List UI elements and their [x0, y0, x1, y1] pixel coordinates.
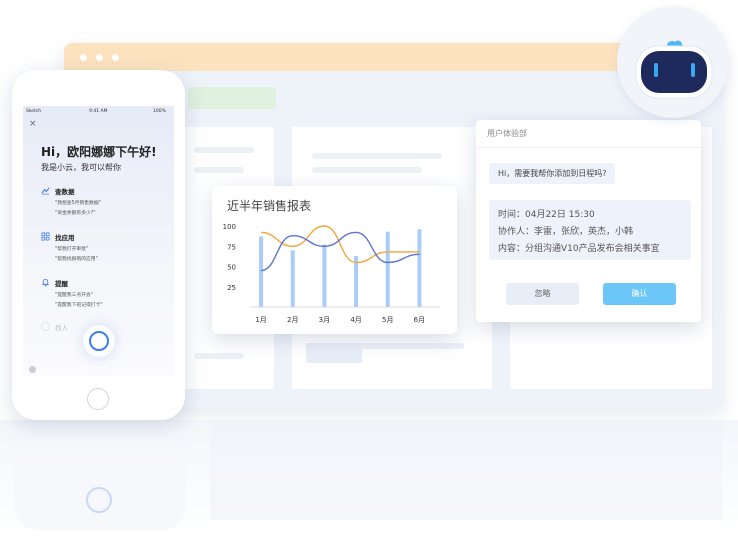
x-tick-label: 6月: [414, 316, 425, 324]
robot-mascot-icon[interactable]: [617, 6, 729, 118]
suggestion-item[interactable]: "帮我打开审批": [55, 245, 88, 252]
x-tick-label: 2月: [287, 316, 298, 324]
chart-bar: [354, 255, 359, 307]
event-info-box: 时间：04月22日 15:30 协作人：李雷，张欣，英杰，小韩 内容：分组沟通V…: [489, 200, 691, 260]
suggestion-item[interactable]: "帮我找报销的应用": [55, 255, 98, 262]
close-icon[interactable]: ×: [29, 119, 37, 129]
placeholder-line: [312, 167, 422, 173]
sales-chart: 100 75 50 25 1月 2月 3月 4月 5月 6月: [223, 223, 440, 324]
apps-icon: [41, 232, 50, 241]
y-tick-label: 25: [227, 284, 236, 292]
y-tick-label: 50: [227, 264, 236, 272]
status-battery: 100%: [153, 109, 166, 114]
chart-series-line: [261, 225, 420, 264]
window-dot: [80, 54, 87, 61]
dialog-header: 用户体验部: [476, 120, 701, 148]
chart-bar: [385, 231, 390, 307]
section-find-app-title[interactable]: 找应用: [55, 232, 75, 242]
green-placeholder-bar: [188, 87, 276, 109]
chart-bar: [322, 244, 327, 307]
sales-chart-card: 近半年销售报表 100 75 50 25 1月 2月 3月 4月 5月 6月: [212, 186, 457, 334]
chart-bar: [417, 229, 422, 307]
robot-avatar-circle: [617, 6, 729, 118]
chart-bar: [290, 250, 295, 307]
event-content: 内容：分组沟通V10产品发布会相关事宜: [498, 244, 660, 254]
x-tick-label: 4月: [350, 316, 361, 324]
placeholder-block: [306, 343, 362, 363]
mic-reflection: [86, 487, 112, 513]
x-tick-label: 1月: [255, 316, 266, 324]
placeholder-line: [354, 343, 464, 349]
y-tick-label: 100: [223, 223, 236, 231]
suggestion-item[interactable]: "提醒我三点开会": [55, 291, 93, 298]
section-reminder-title[interactable]: 提醒: [55, 278, 68, 288]
confirm-button[interactable]: 确认: [603, 283, 676, 305]
window-dot: [96, 54, 103, 61]
home-button[interactable]: [87, 388, 109, 410]
bell-icon: [42, 278, 49, 287]
phone-reflection: [14, 420, 186, 530]
chart-icon: [41, 187, 50, 195]
suggestion-item[interactable]: "我想查5月销售数据": [55, 199, 101, 206]
event-time: 时间：04月22日 15:30: [498, 210, 595, 220]
assistant-message-bubble: Hi，需要我帮你添加到日程吗?: [489, 163, 616, 184]
placeholder-line: [194, 353, 244, 359]
event-collaborators: 协作人：李雷，张欣，英杰，小韩: [498, 227, 634, 237]
suggestion-item[interactable]: "资金余额有多少?": [55, 209, 96, 216]
ignore-button[interactable]: 忽略: [506, 283, 579, 305]
section-find-person-title[interactable]: 找人: [55, 322, 68, 332]
window-reflection: [210, 420, 722, 520]
assistant-subtitle: 我是小云，我可以帮你: [41, 163, 121, 172]
phone-mockup: Sketch 9:41 AM 100% × Hi，欧阳娜娜下午好! 我是小云，我…: [12, 70, 185, 420]
placeholder-line: [194, 167, 244, 173]
placeholder-line: [312, 153, 442, 159]
section-query-data-title[interactable]: 查数据: [55, 186, 75, 196]
voice-ring-icon: [89, 331, 109, 351]
person-icon: [41, 322, 50, 331]
window-dot: [112, 54, 119, 61]
placeholder-line: [194, 147, 254, 153]
y-tick-label: 75: [227, 243, 236, 251]
x-tick-label: 3月: [319, 316, 330, 324]
schedule-dialog: 用户体验部 Hi，需要我帮你添加到日程吗? 时间：04月22日 15:30 协作…: [476, 120, 701, 322]
greeting-text: Hi，欧阳娜娜下午好!: [41, 145, 157, 159]
voice-input-button[interactable]: [83, 325, 115, 357]
status-carrier: Sketch: [26, 109, 42, 114]
chart-bar: [259, 236, 264, 307]
keyboard-toggle-icon[interactable]: [29, 366, 36, 373]
floor-reflection: [0, 420, 738, 537]
x-tick-label: 5月: [382, 316, 393, 324]
status-time: 9:41 AM: [89, 109, 108, 114]
suggestion-item[interactable]: "提醒我下班记得打卡": [55, 301, 103, 308]
